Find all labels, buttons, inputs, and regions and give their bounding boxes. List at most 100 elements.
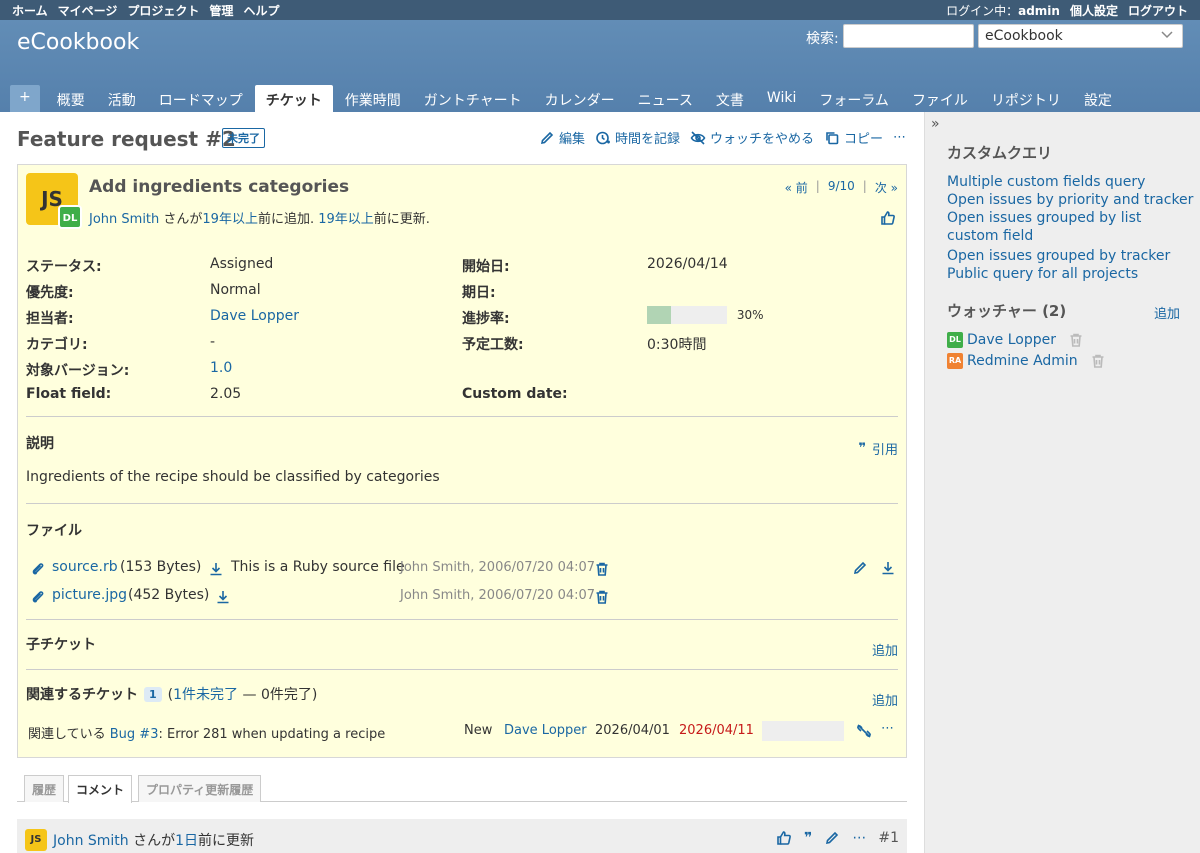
unlink-icon[interactable] (856, 723, 872, 739)
journal-ago-link[interactable]: 1日 (175, 833, 198, 849)
top-menu-admin[interactable]: 管理 (209, 2, 233, 19)
pencil-icon[interactable] (824, 830, 840, 846)
journal-number[interactable]: #1 (878, 830, 899, 846)
attr-start-date-value: 2026/04/14 (647, 256, 728, 272)
attr-done-ratio-value: 30% (647, 306, 764, 324)
top-menu-my-page[interactable]: マイページ (58, 2, 118, 19)
tab-activity[interactable]: 活動 (97, 85, 147, 112)
trash-icon[interactable] (1068, 332, 1084, 348)
relation-more-button[interactable]: ⋯ (881, 721, 894, 736)
page-title: Feature request #2 (17, 127, 236, 151)
top-menu-logout[interactable]: ログアウト (1128, 2, 1188, 19)
query-link[interactable]: Multiple custom fields query (947, 173, 1145, 191)
watcher-link[interactable]: Redmine Admin (967, 353, 1078, 369)
history-tabs: 履歴 コメント プロパティ更新履歴 (17, 772, 907, 803)
sidebar-toggle[interactable]: » (931, 116, 940, 132)
tab-calendar[interactable]: カレンダー (534, 85, 626, 112)
tab-property-changes[interactable]: プロパティ更新履歴 (138, 775, 262, 802)
top-menu-projects[interactable]: プロジェクト (127, 2, 199, 19)
trash-icon[interactable] (1090, 353, 1106, 369)
relation-progress-bar (762, 721, 844, 741)
top-menu-home[interactable]: ホーム (12, 2, 48, 19)
top-menu-my-account[interactable]: 個人設定 (1070, 2, 1118, 19)
trash-icon[interactable] (594, 589, 610, 605)
tab-gantt[interactable]: ガントチャート (413, 85, 533, 112)
relation-assignee-link[interactable]: Dave Lopper (504, 723, 587, 738)
more-actions-button[interactable]: ⋯ (893, 128, 906, 147)
subtasks-title: 子チケット (26, 637, 96, 653)
attr-version-label: 対象バージョン: (26, 363, 130, 379)
attachment-link[interactable]: source.rb (52, 559, 118, 575)
updated-ago-link[interactable]: 19年以上 (318, 212, 374, 227)
download-icon[interactable] (215, 589, 231, 605)
copy-icon (824, 130, 840, 146)
attr-float-label: Float field: (26, 386, 112, 402)
add-watcher-link[interactable]: 追加 (1154, 303, 1180, 322)
tab-forums[interactable]: フォーラム (808, 85, 900, 112)
tab-wiki[interactable]: Wiki (756, 85, 807, 112)
journal-avatar: JS (25, 829, 47, 851)
author-link[interactable]: John Smith (89, 212, 159, 227)
quote-icon[interactable]: ❞ (804, 830, 812, 846)
attr-status-value: Assigned (210, 256, 274, 272)
tab-issues[interactable]: チケット (254, 85, 333, 112)
download-icon[interactable] (208, 561, 224, 577)
attr-start-date-label: 開始日: (462, 259, 510, 275)
tab-files[interactable]: ファイル (901, 85, 979, 112)
relations-count-badge: 1 (144, 686, 162, 702)
attachment-meta: John Smith, 2006/07/20 04:07 (400, 560, 596, 575)
journal-more-button[interactable]: ⋯ (852, 830, 866, 846)
log-time-button[interactable]: 時間を記録 (595, 128, 680, 147)
main-menu: + 概要 活動 ロードマップ チケット 作業時間 ガントチャート カレンダー ニ… (10, 85, 1124, 112)
attachment-link[interactable]: picture.jpg (52, 587, 127, 603)
add-subtask-link[interactable]: 追加 (872, 640, 898, 659)
query-link[interactable]: Open issues grouped by tracker (947, 247, 1170, 265)
thumbs-up-icon[interactable] (776, 830, 792, 846)
attr-assignee-link[interactable]: Dave Lopper (210, 308, 299, 324)
top-menu-help[interactable]: ヘルプ (243, 2, 279, 19)
relations-open-link[interactable]: 1件未完了 (173, 687, 238, 703)
attr-category-label: カテゴリ: (26, 337, 88, 353)
attr-custom-date-label: Custom date: (462, 386, 568, 402)
tab-roadmap[interactable]: ロードマップ (148, 85, 254, 112)
add-relation-link[interactable]: 追加 (872, 690, 898, 709)
search-input[interactable] (843, 24, 974, 48)
tab-news[interactable]: ニュース (627, 85, 704, 112)
related-issue-link[interactable]: Bug #3 (110, 727, 159, 742)
watcher-item: DL Dave Lopper (947, 332, 1084, 348)
watcher-avatar: RA (947, 353, 963, 369)
attr-version-link[interactable]: 1.0 (210, 360, 232, 376)
quote-icon: ❞ (858, 441, 866, 456)
tab-repository[interactable]: リポジトリ (980, 85, 1072, 112)
new-object-button[interactable]: + (10, 85, 40, 112)
tab-notes[interactable]: コメント (68, 775, 133, 803)
trash-icon[interactable] (594, 561, 610, 577)
quote-button[interactable]: ❞ 引用 (858, 439, 898, 458)
tab-history[interactable]: 履歴 (24, 775, 65, 802)
unwatch-button[interactable]: ウォッチをやめる (690, 128, 814, 147)
watcher-avatar: DL (947, 332, 963, 348)
query-link[interactable]: Open issues grouped by list custom field (947, 209, 1187, 245)
tab-documents[interactable]: 文書 (705, 85, 755, 112)
project-title[interactable]: eCookbook (17, 30, 139, 55)
attachment-row: source.rb (153 Bytes) This is a Ruby sou… (26, 559, 898, 579)
clock-plus-icon (595, 130, 611, 146)
watcher-link[interactable]: Dave Lopper (967, 332, 1056, 348)
logged-user[interactable]: admin (1018, 4, 1060, 18)
tab-settings[interactable]: 設定 (1073, 85, 1123, 112)
tab-overview[interactable]: 概要 (46, 85, 96, 112)
added-ago-link[interactable]: 19年以上 (202, 212, 258, 227)
journal-author-link[interactable]: John Smith (53, 833, 129, 849)
edit-button[interactable]: 編集 (539, 128, 585, 147)
relation-status: New (464, 723, 493, 738)
query-link[interactable]: Public query for all projects (947, 265, 1138, 283)
copy-button[interactable]: コピー (824, 128, 883, 147)
journal-header: John Smith さんが1日前に更新 (53, 833, 255, 849)
thumbs-up-icon[interactable] (880, 210, 896, 226)
next-issue-link[interactable]: 次 » (875, 179, 898, 196)
project-jump-select[interactable]: eCookbook (978, 24, 1183, 48)
prev-issue-link[interactable]: « 前 (785, 179, 808, 196)
tab-time-entries[interactable]: 作業時間 (334, 85, 412, 112)
attr-done-ratio-label: 進捗率: (462, 311, 510, 327)
query-link[interactable]: Open issues by priority and tracker (947, 191, 1193, 209)
